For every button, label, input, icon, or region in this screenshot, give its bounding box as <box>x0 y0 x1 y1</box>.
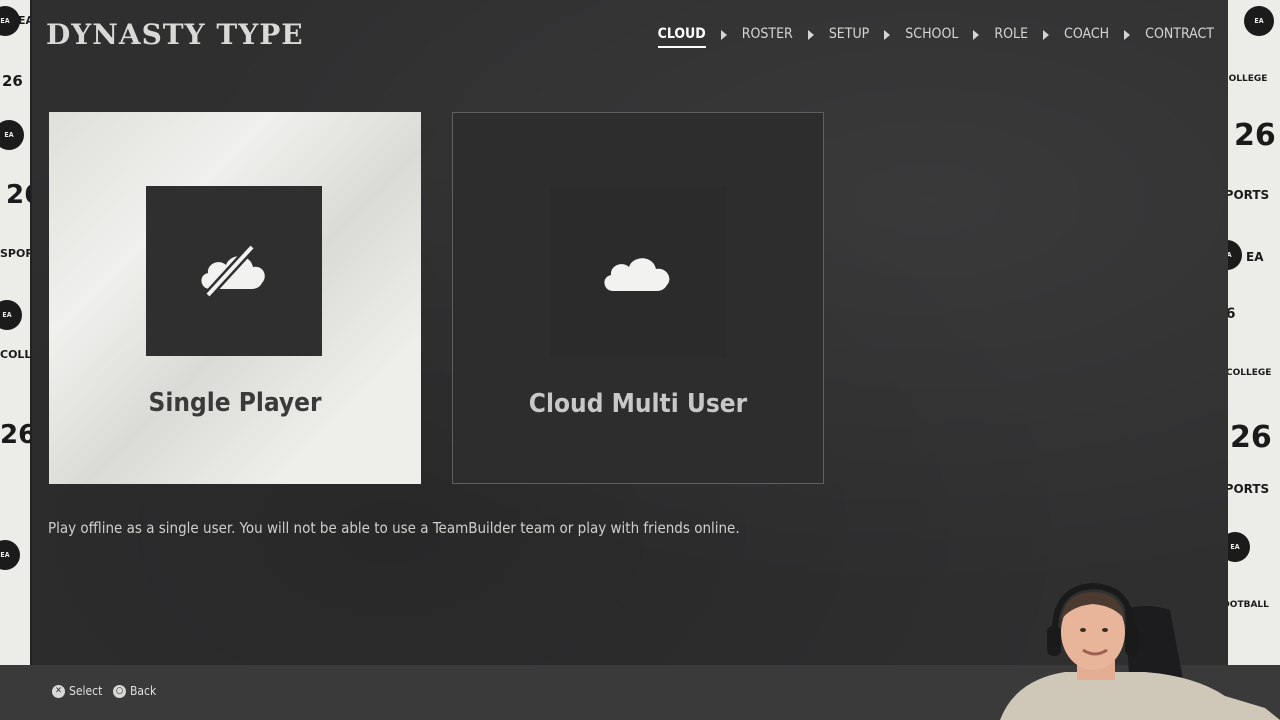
cloud-multi-user-label: Cloud Multi User <box>528 389 748 419</box>
college-football-logo: COLLEGE <box>1222 74 1268 84</box>
cross-button-icon: ✕ <box>52 684 65 698</box>
page-title: DYNASTY TYPE <box>46 18 304 51</box>
cloud-off-icon <box>201 243 265 299</box>
ea-sports-badge: EA <box>1244 6 1274 36</box>
single-player-label: Single Player <box>148 388 322 418</box>
circle-button-icon: ○ <box>113 684 126 698</box>
step-arrow-icon <box>720 30 727 40</box>
single-player-option[interactable]: Single Player <box>49 112 421 484</box>
step-arrow-icon <box>884 30 891 40</box>
game-screen: EA EA 26 EA 26 SPORTS EA COLLEGE 26 EA E… <box>0 0 1280 720</box>
step-contract[interactable]: CONTRACT <box>1145 26 1214 48</box>
select-prompt[interactable]: ✕ Select <box>52 684 102 698</box>
step-role[interactable]: ROLE <box>994 26 1028 48</box>
step-setup[interactable]: SETUP <box>829 26 869 48</box>
ea-sports-badge: EA <box>0 120 24 150</box>
ea-sports-badge: EA <box>0 540 20 570</box>
step-school[interactable]: SCHOOL <box>905 26 958 48</box>
college-logo: COLLEGE <box>1226 368 1272 378</box>
year-logo: 26 <box>1234 118 1276 153</box>
step-arrow-icon <box>807 30 814 40</box>
option-description: Play offline as a single user. You will … <box>48 519 740 537</box>
step-arrow-icon <box>973 30 980 40</box>
option-icon-tile <box>550 187 726 357</box>
year-logo: 26 <box>2 72 23 90</box>
back-label: Back <box>130 684 157 698</box>
step-cloud[interactable]: CLOUD <box>657 26 706 48</box>
option-icon-tile <box>146 186 322 356</box>
webcam-overlay <box>995 580 1280 720</box>
select-label: Select <box>69 684 103 698</box>
step-roster[interactable]: ROSTER <box>742 26 793 48</box>
step-arrow-icon <box>1043 30 1050 40</box>
step-arrow-icon <box>1124 30 1131 40</box>
ea-sports-badge: EA <box>0 6 20 36</box>
ea-logo-text: EA <box>1246 250 1264 264</box>
back-prompt[interactable]: ○ Back <box>113 684 156 698</box>
streamer-image <box>1000 582 1280 720</box>
year-logo: 26 <box>1230 420 1272 455</box>
setup-progress-steps: CLOUD ROSTER SETUP SCHOOL ROLE COACH CON… <box>657 26 1214 48</box>
cloud-multi-user-option[interactable]: Cloud Multi User <box>452 112 824 484</box>
cloud-icon <box>604 258 670 291</box>
ea-sports-badge: EA <box>0 300 22 330</box>
step-coach[interactable]: COACH <box>1064 26 1109 48</box>
